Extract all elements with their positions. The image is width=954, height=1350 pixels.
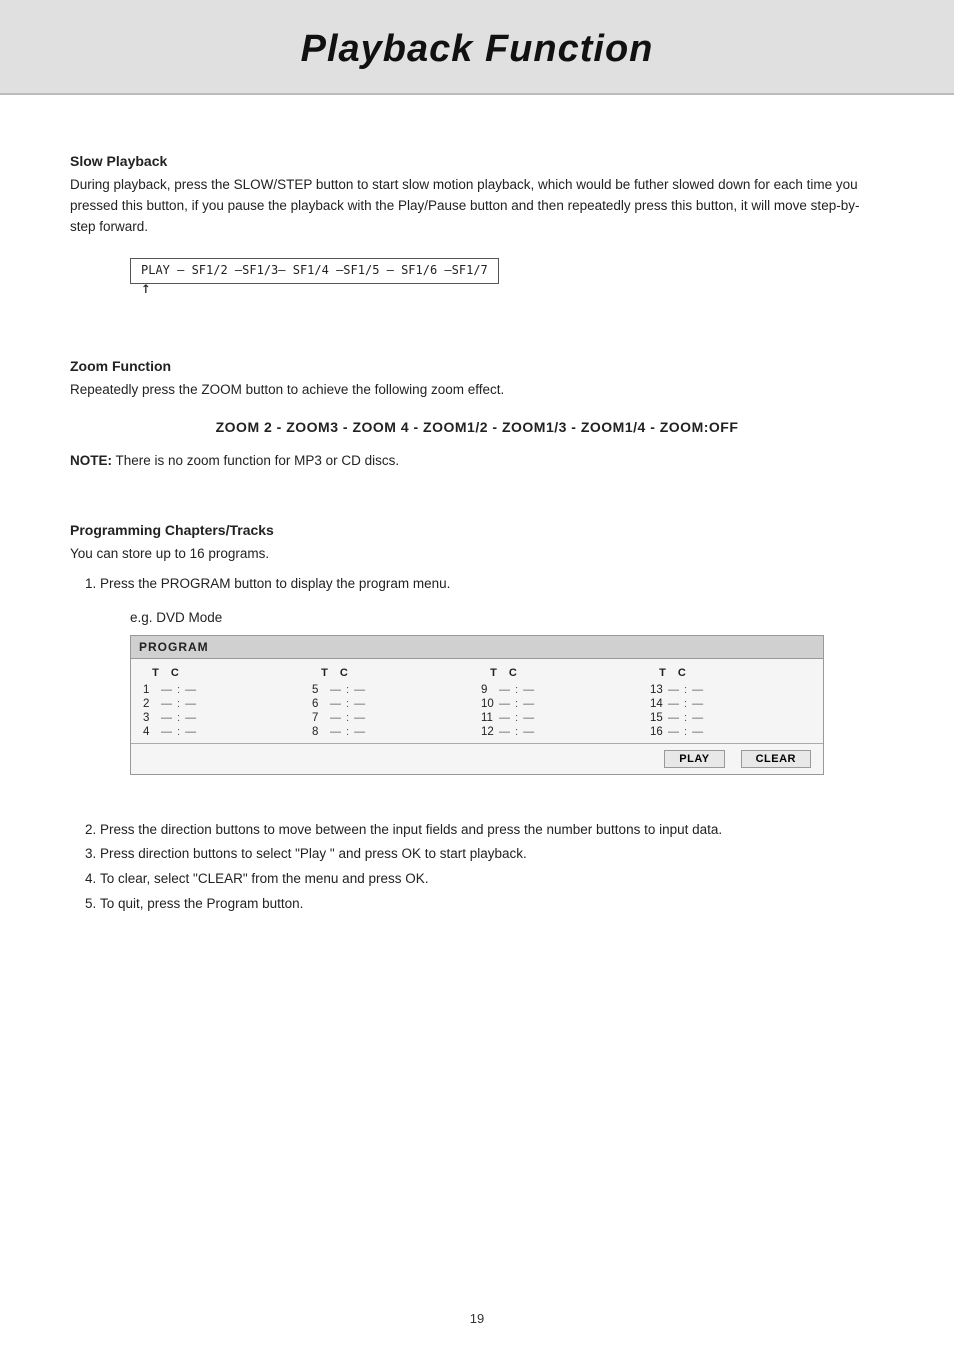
page-number: 19	[470, 1311, 484, 1326]
play-button[interactable]: PLAY	[664, 750, 724, 768]
prog-row-4-col-4: 16— : —	[646, 725, 815, 739]
slow-playback-body: During playback, press the SLOW/STEP but…	[70, 175, 884, 238]
slow-playback-title: Slow Playback	[70, 153, 884, 169]
prog-row-1-col-3: 9— : —	[477, 683, 646, 697]
program-box: PROGRAM T C T C T C T C 1— : — 5— :	[130, 635, 824, 775]
steps-list: Press the PROGRAM button to display the …	[100, 573, 884, 596]
prog-row-3-col-4: 15— : —	[646, 711, 815, 725]
prog-row-1-col-1: 1— : —	[139, 683, 308, 697]
col-header-1: T C	[139, 665, 308, 681]
zoom-sequence: ZOOM 2 - ZOOM3 - ZOOM 4 - ZOOM1/2 - ZOOM…	[70, 419, 884, 435]
step-5: To quit, press the Program button.	[100, 893, 884, 916]
prog-row-4-col-3: 12— : —	[477, 725, 646, 739]
zoom-note: NOTE: There is no zoom function for MP3 …	[70, 453, 884, 468]
prog-row-2-col-4: 14— : —	[646, 697, 815, 711]
note-text: There is no zoom function for MP3 or CD …	[112, 453, 399, 468]
page-title: Playback Function	[40, 28, 914, 71]
col-header-2: T C	[308, 665, 477, 681]
prog-row-3-col-3: 11— : —	[477, 711, 646, 725]
zoom-function-body: Repeatedly press the ZOOM button to achi…	[70, 380, 884, 401]
programming-title: Programming Chapters/Tracks	[70, 522, 884, 538]
steps-list-2: Press the direction buttons to move betw…	[100, 819, 884, 917]
prog-row-1-col-2: 5— : —	[308, 683, 477, 697]
prog-row-4-col-1: 4— : —	[139, 725, 308, 739]
step-2: Press the direction buttons to move betw…	[100, 819, 884, 842]
col-header-4: T C	[646, 665, 815, 681]
program-box-header: PROGRAM	[131, 636, 823, 659]
arrow-icon: ↑	[141, 278, 151, 297]
prog-row-1-col-4: 13— : —	[646, 683, 815, 697]
main-content: Slow Playback During playback, press the…	[0, 95, 954, 978]
page-header: Playback Function	[0, 0, 954, 95]
prog-row-2-col-2: 6— : —	[308, 697, 477, 711]
clear-button[interactable]: CLEAR	[741, 750, 811, 768]
program-footer: PLAY CLEAR	[131, 743, 823, 774]
eg-label: e.g. DVD Mode	[130, 610, 884, 625]
prog-row-2-col-1: 2— : —	[139, 697, 308, 711]
prog-row-4-col-2: 8— : —	[308, 725, 477, 739]
step-3: Press direction buttons to select "Play …	[100, 843, 884, 866]
prog-row-3-col-2: 7— : —	[308, 711, 477, 725]
prog-row-3-col-1: 3— : —	[139, 711, 308, 725]
programming-intro: You can store up to 16 programs.	[70, 544, 884, 565]
program-grid: T C T C T C T C 1— : — 5— : — 9— : — 13—…	[131, 659, 823, 739]
col-header-3: T C	[477, 665, 646, 681]
slow-playback-diagram: PLAY — SF1/2 —SF1/3— SF1/4 —SF1/5 — SF1/…	[130, 258, 499, 284]
prog-row-2-col-3: 10— : —	[477, 697, 646, 711]
zoom-function-title: Zoom Function	[70, 358, 884, 374]
note-label: NOTE:	[70, 453, 112, 468]
step-4: To clear, select "CLEAR" from the menu a…	[100, 868, 884, 891]
step-1: Press the PROGRAM button to display the …	[100, 573, 884, 596]
